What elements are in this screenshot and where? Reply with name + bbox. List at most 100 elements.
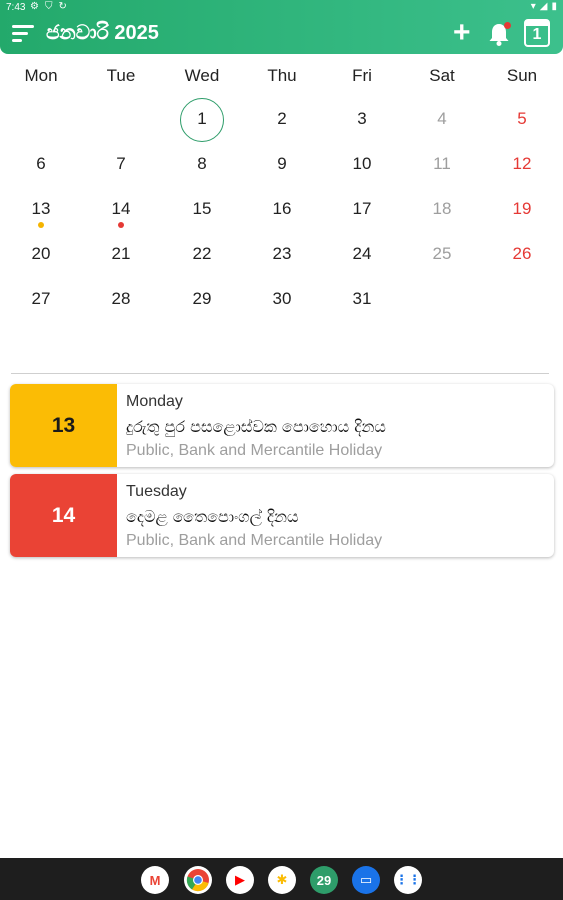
day-cell[interactable]: 23 (242, 234, 322, 279)
day-number: 5 (517, 109, 527, 128)
photos-icon[interactable]: ✱ (268, 866, 296, 894)
day-number: 21 (111, 244, 131, 263)
day-cell[interactable]: 11 (402, 144, 482, 189)
event-type: Public, Bank and Mercantile Holiday (126, 532, 383, 549)
today-number: 1 (532, 26, 542, 43)
day-cell[interactable]: 5 (482, 99, 562, 144)
day-number: 2 (277, 109, 287, 128)
today-calendar-icon[interactable]: 1 (524, 19, 550, 47)
day-number: 25 (432, 244, 452, 263)
day-number: 12 (512, 154, 532, 173)
day-cell[interactable]: 27 (1, 279, 81, 324)
day-cell[interactable]: 21 (81, 234, 161, 279)
day-number: 17 (352, 199, 372, 218)
day-cell[interactable]: 16 (242, 189, 322, 234)
status-time: 7:43 (6, 2, 26, 13)
day-number: 9 (277, 154, 287, 173)
app-glyph: ✱ (276, 872, 288, 887)
day-cell[interactable]: 15 (162, 189, 242, 234)
day-number: 10 (352, 154, 372, 173)
day-cell[interactable]: 6 (1, 144, 81, 189)
day-number: 27 (31, 289, 51, 308)
day-cell[interactable]: 19 (482, 189, 562, 234)
event-name: දෙමළ තෛපොංගල් දිනය (126, 507, 299, 526)
app-glyph: ⋮⋮ (395, 872, 421, 887)
youtube-icon[interactable]: ▶ (226, 866, 254, 894)
day-cell[interactable]: 2 (242, 99, 322, 144)
app-drawer-icon[interactable]: ⋮⋮ (394, 866, 422, 894)
day-cell[interactable]: 29 (162, 279, 242, 324)
day-number: 30 (272, 289, 292, 308)
app-glyph: ▶ (235, 872, 245, 887)
day-cell[interactable]: 7 (81, 144, 161, 189)
day-number: 18 (432, 199, 452, 218)
taskbar: M ▶ ✱ 29 ▭ ⋮⋮ (0, 858, 563, 900)
event-type: Public, Bank and Mercantile Holiday (126, 442, 383, 459)
event-weekday: Monday (126, 393, 183, 410)
day-number: 22 (192, 244, 212, 263)
day-cell[interactable]: 10 (322, 144, 402, 189)
gear-icon: ⚙ (30, 1, 39, 12)
day-cell[interactable]: 31 (322, 279, 402, 324)
day-cell[interactable]: 30 (242, 279, 322, 324)
weekday-label: Sat (429, 66, 455, 85)
day-number: 24 (352, 244, 372, 263)
day-cell[interactable]: 14 (81, 189, 161, 234)
wifi-icon: ▾ (530, 1, 536, 12)
day-number: 26 (512, 244, 532, 263)
app-header: 7:43 ⚙ ⛉ ↻ ▾ ◢ ▮ ජනවාරි 2025 + 1 (0, 0, 563, 54)
divider (11, 373, 549, 374)
app-glyph: ▭ (359, 872, 373, 887)
battery-icon: ▮ (551, 1, 557, 12)
event-card[interactable]: 13 Monday දුරුතු පුර පසළොස්වක පොහොය දිනය… (10, 384, 554, 467)
day-cell[interactable]: 22 (162, 234, 242, 279)
gmail-icon[interactable]: M (141, 866, 169, 894)
messages-icon[interactable]: ▭ (352, 866, 380, 894)
weekday-label: Tue (106, 66, 136, 85)
calendar-app-icon[interactable]: 29 (310, 866, 338, 894)
status-left-icons: ⚙ ⛉ ↻ (30, 1, 67, 12)
event-dot (118, 222, 124, 228)
shield-icon: ⛉ (44, 1, 53, 12)
chrome-icon[interactable] (184, 866, 212, 894)
menu-icon[interactable] (12, 25, 34, 42)
day-number: 31 (352, 289, 372, 308)
weekday-label: Mon (24, 66, 58, 85)
status-right-icons: ▾ ◢ ▮ (531, 1, 557, 12)
event-day-badge: 13 (10, 384, 117, 467)
day-number: 13 (31, 199, 51, 218)
day-cell[interactable]: 4 (402, 99, 482, 144)
day-cell[interactable]: 20 (1, 234, 81, 279)
day-cell[interactable]: 13 (1, 189, 81, 234)
day-number: 28 (111, 289, 131, 308)
day-number: 23 (272, 244, 292, 263)
weekday-label: Wed (184, 66, 220, 85)
day-cell[interactable]: 18 (402, 189, 482, 234)
day-number: 15 (192, 199, 212, 218)
page-title[interactable]: ජනවාරි 2025 (46, 22, 159, 45)
day-cell[interactable]: 17 (322, 189, 402, 234)
day-number: 14 (111, 199, 131, 218)
day-number: 6 (36, 154, 46, 173)
status-bar: 7:43 ⚙ ⛉ ↻ ▾ ◢ ▮ (0, 0, 563, 16)
weekday-label: Fri (352, 66, 372, 85)
event-dot (38, 222, 44, 228)
day-number: 16 (272, 199, 292, 218)
add-event-icon[interactable]: + (453, 18, 471, 48)
day-cell[interactable]: 3 (322, 99, 402, 144)
day-number: 8 (197, 154, 207, 173)
day-number: 3 (357, 109, 367, 128)
day-cell[interactable]: 8 (162, 144, 242, 189)
day-cell[interactable]: 28 (81, 279, 161, 324)
day-number: 19 (512, 199, 532, 218)
day-cell[interactable]: 1 (162, 98, 242, 144)
day-cell[interactable]: 25 (402, 234, 482, 279)
day-cell[interactable]: 24 (322, 234, 402, 279)
event-day-badge: 14 (10, 474, 117, 557)
day-cell[interactable]: 26 (482, 234, 562, 279)
day-cell[interactable]: 9 (242, 144, 322, 189)
day-number: 7 (116, 154, 126, 173)
event-card[interactable]: 14 Tuesday දෙමළ තෛපොංගල් දිනය Public, Ba… (10, 474, 554, 557)
day-cell[interactable]: 12 (482, 144, 562, 189)
weekday-header-row: Mon Tue Wed Thu Fri Sat Sun (0, 66, 563, 88)
